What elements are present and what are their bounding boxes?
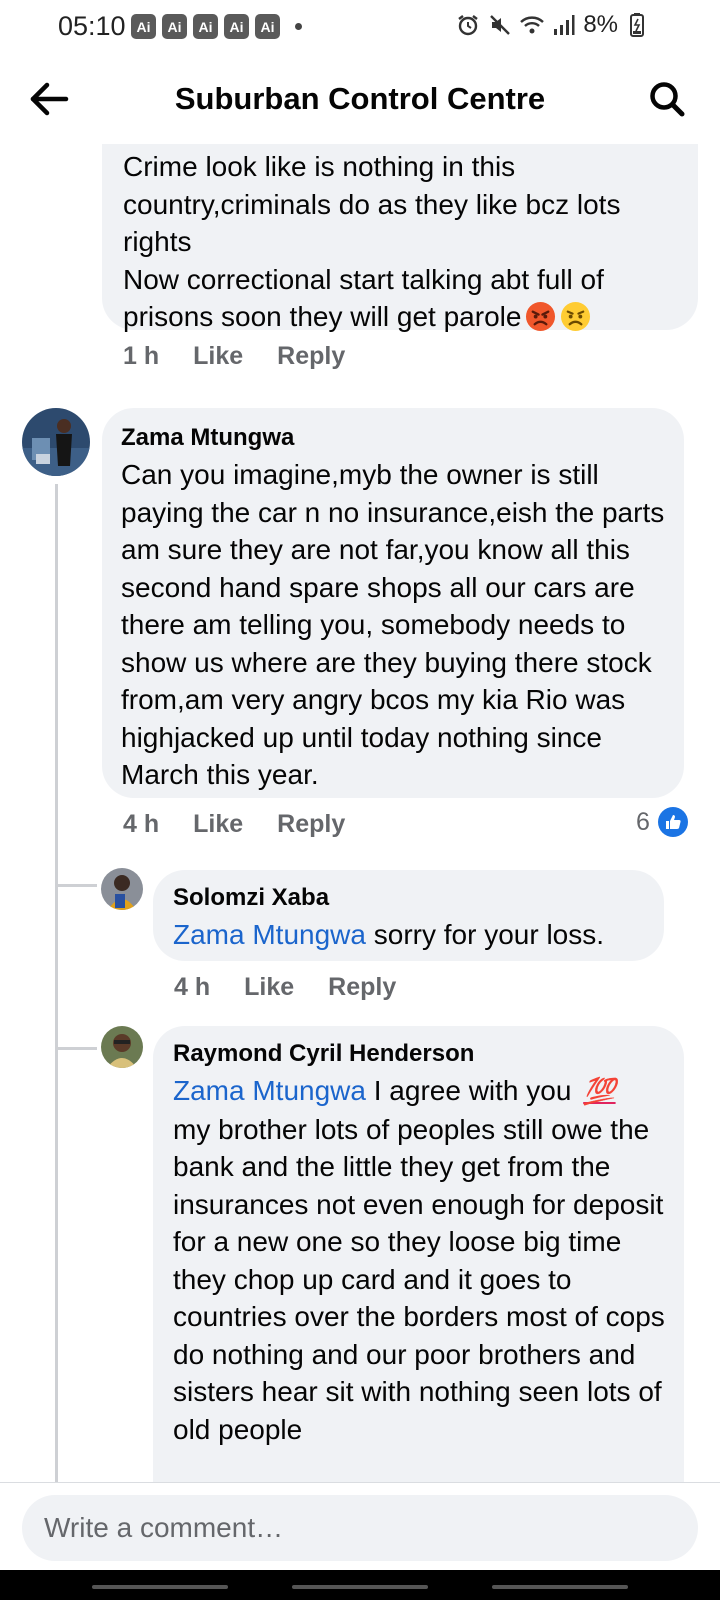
thread-line xyxy=(55,484,58,1482)
thread-connector xyxy=(55,884,97,887)
comment-time: 1 h xyxy=(123,342,160,370)
recent-apps-button[interactable] xyxy=(92,1585,228,1589)
hundred-points-icon: 💯 xyxy=(583,1076,616,1106)
app-header: Suburban Control Centre xyxy=(0,56,720,144)
reaction-count[interactable]: 6 xyxy=(636,807,688,837)
signal-icon xyxy=(551,12,577,38)
avatar[interactable] xyxy=(22,408,90,476)
status-time: 05:10 xyxy=(58,11,126,41)
comment-actions: 1 h Like Reply xyxy=(123,342,345,371)
angry-face-icon xyxy=(526,301,556,332)
reply-button[interactable]: Reply xyxy=(277,810,345,839)
home-button[interactable] xyxy=(292,1585,428,1589)
battery-level: 8% xyxy=(583,11,618,38)
like-reaction-icon xyxy=(657,807,688,837)
comment-actions: 4 h Like Reply xyxy=(174,973,396,1002)
search-icon xyxy=(650,82,685,117)
ai-badge: Ai xyxy=(255,14,280,39)
like-button[interactable]: Like xyxy=(244,973,294,1002)
status-icons: 8% xyxy=(455,11,650,39)
like-button[interactable]: Like xyxy=(193,810,243,839)
comment-time: 4 h xyxy=(174,973,211,1001)
comment-time: 4 h xyxy=(123,810,160,838)
mention-link[interactable]: Zama Mtungwa xyxy=(173,919,366,950)
wifi-icon xyxy=(519,12,545,38)
comment-author[interactable]: Zama Mtungwa xyxy=(121,422,666,454)
comment-text: Zama Mtungwa I agree with you 💯 my broth… xyxy=(173,1075,673,1445)
comment-actions: 4 h Like Reply xyxy=(123,810,345,839)
mute-icon xyxy=(487,12,513,38)
back-nav-button[interactable] xyxy=(492,1585,628,1589)
search-button[interactable] xyxy=(642,74,692,124)
frowning-face-icon xyxy=(561,301,591,332)
notification-dot xyxy=(295,23,302,30)
reply-button[interactable]: Reply xyxy=(277,342,345,371)
alarm-icon xyxy=(455,12,481,38)
ai-badges: Ai Ai Ai Ai Ai xyxy=(131,14,280,39)
battery-icon xyxy=(624,12,650,38)
comment-author[interactable]: Solomzi Xaba xyxy=(173,882,646,914)
comment-author[interactable]: Raymond Cyril Henderson xyxy=(173,1038,666,1070)
page-title: Suburban Control Centre xyxy=(174,81,546,116)
comment-bubble[interactable]: Crime look like is nothing in this count… xyxy=(102,144,698,332)
reaction-count-value: 6 xyxy=(636,807,650,836)
comment-input[interactable]: Write a comment… xyxy=(22,1495,698,1561)
comment-bubble[interactable]: Zama Mtungwa Can you imagine,myb the own… xyxy=(102,408,684,798)
comment-text: Crime look like is nothing in this count… xyxy=(123,151,621,332)
mention-link[interactable]: Zama Mtungwa xyxy=(173,1075,366,1106)
system-nav-bar xyxy=(0,1570,720,1600)
ai-badge: Ai xyxy=(224,14,249,39)
reply-button[interactable]: Reply xyxy=(328,973,396,1002)
comment-text: Can you imagine,myb the owner is still p… xyxy=(121,459,673,790)
comments-list[interactable]: Crime look like is nothing in this count… xyxy=(0,144,720,1482)
ai-badge: Ai xyxy=(193,14,218,39)
comment-bubble[interactable]: Solomzi Xaba Zama Mtungwa sorry for your… xyxy=(153,870,664,961)
thread-connector xyxy=(55,1047,97,1050)
comment-bubble[interactable]: Raymond Cyril Henderson Zama Mtungwa I a… xyxy=(153,1026,684,1482)
ai-badge: Ai xyxy=(131,14,156,39)
comment-text: Zama Mtungwa sorry for your loss. xyxy=(173,919,605,950)
avatar[interactable] xyxy=(101,1026,143,1068)
comment-composer: Write a comment… xyxy=(0,1482,720,1570)
ai-badge: Ai xyxy=(162,14,187,39)
like-button[interactable]: Like xyxy=(193,342,243,371)
status-bar: 05:10 Ai Ai Ai Ai Ai 8% xyxy=(0,0,720,56)
avatar[interactable] xyxy=(101,868,143,910)
